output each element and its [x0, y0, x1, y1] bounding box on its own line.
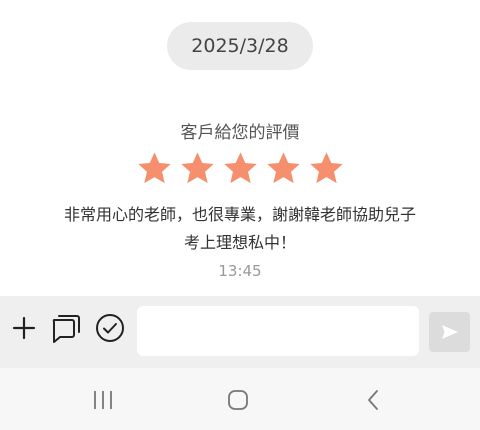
check-circle-icon: [96, 314, 124, 342]
date-separator: 2025/3/28: [167, 22, 313, 70]
plus-button[interactable]: [6, 310, 42, 346]
review-text-line: 考上理想私中！: [183, 233, 296, 252]
back-button[interactable]: [353, 384, 393, 416]
plus-icon: [12, 316, 36, 340]
message-input-bar: [0, 296, 480, 368]
home-button[interactable]: [218, 384, 258, 416]
send-button[interactable]: [429, 312, 470, 352]
date-label: 2025/3/28: [191, 35, 289, 57]
message-timestamp: 13:45: [218, 262, 262, 280]
review-title: 客戶給您的評價: [180, 123, 300, 143]
star-icon: [180, 152, 214, 184]
rating-stars: [0, 150, 480, 187]
send-icon: [441, 325, 458, 339]
recent-apps-button[interactable]: [83, 384, 123, 416]
home-icon: [228, 390, 248, 410]
star-icon: [266, 152, 300, 184]
back-icon: [368, 390, 378, 410]
quick-reply-button[interactable]: [48, 310, 84, 346]
check-button[interactable]: [92, 310, 128, 346]
star-icon: [137, 152, 171, 184]
recent-apps-icon: [94, 391, 112, 409]
review-text-line: 非常用心的老師，也很專業，謝謝韓老師協助兒子: [63, 205, 416, 224]
system-navigation-bar: [0, 368, 480, 430]
star-icon: [309, 152, 343, 184]
review-text: 非常用心的老師，也很專業，謝謝韓老師協助兒子 考上理想私中！: [30, 201, 450, 257]
message-input[interactable]: [137, 306, 419, 356]
chat-area: 2025/3/28 客戶給您的評價 非常用心的老師，也很專業，謝謝韓老師協助兒子…: [0, 0, 480, 296]
star-icon: [223, 152, 257, 184]
chat-bubbles-icon: [52, 315, 80, 343]
